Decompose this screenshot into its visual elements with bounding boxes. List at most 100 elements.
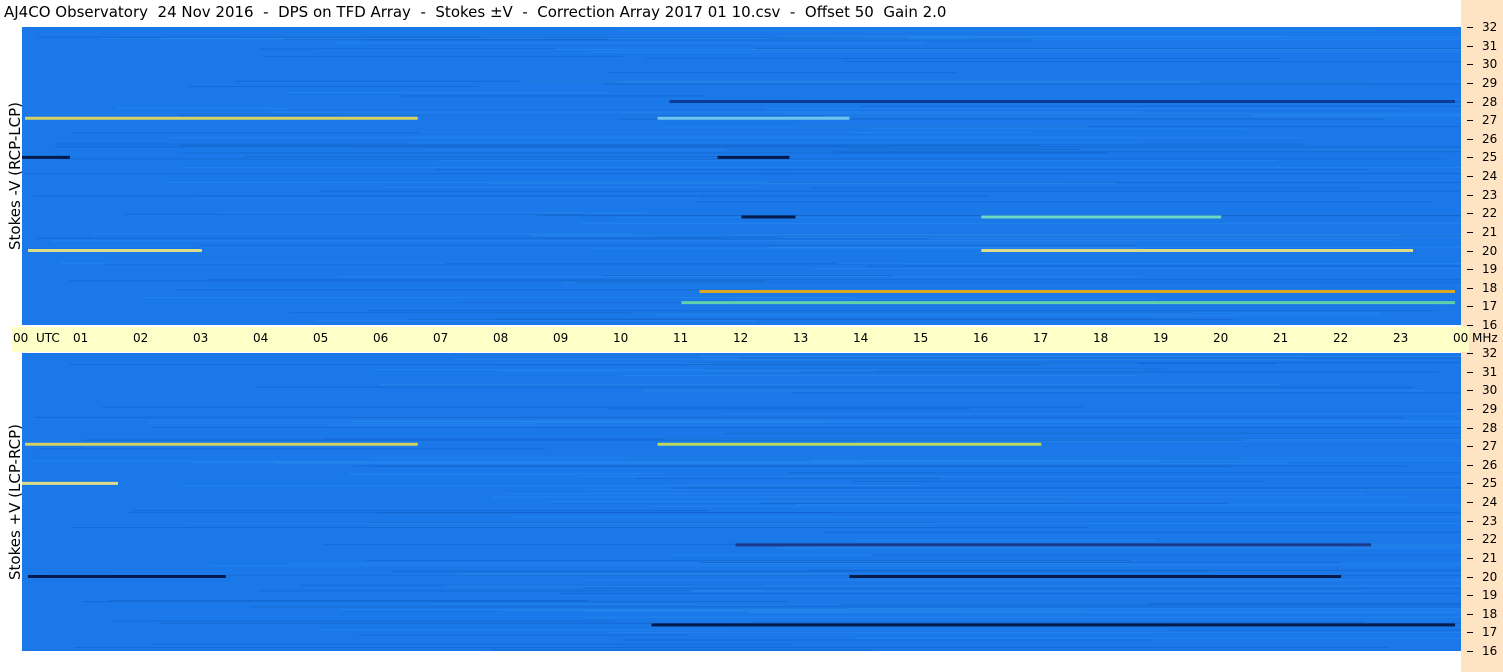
texture-line <box>109 599 588 601</box>
mhz-tick-mark <box>1467 306 1473 308</box>
band-6 <box>681 301 1456 305</box>
texture-line <box>110 620 615 622</box>
texture-line <box>289 91 609 93</box>
texture-line <box>457 573 847 575</box>
utc-label: UTC <box>36 331 60 345</box>
mhz-tick-mark <box>1467 557 1473 559</box>
band-2 <box>22 481 118 485</box>
texture-line <box>661 126 1088 128</box>
texture-line <box>650 505 1461 507</box>
texture-line <box>695 201 1433 203</box>
texture-line <box>777 236 1461 238</box>
mhz-tick-mark <box>1467 45 1473 47</box>
mhz-tick-mark <box>1467 539 1473 541</box>
mhz-tick-mark <box>1467 651 1473 652</box>
texture-line <box>256 386 1414 388</box>
texture-line <box>142 296 856 298</box>
texture-line <box>24 173 788 175</box>
texture-line <box>511 516 1461 518</box>
texture-line <box>808 569 1461 571</box>
texture-line <box>69 364 1042 366</box>
band-4 <box>981 249 1414 252</box>
texture-line <box>369 522 936 524</box>
mhz-tick-label: 17 <box>1482 299 1498 314</box>
hour-label: 09 <box>553 331 569 345</box>
mhz-tick-label: 31 <box>1482 38 1498 53</box>
texture-line <box>82 601 787 603</box>
texture-line <box>795 504 1461 506</box>
texture-line <box>581 222 1461 224</box>
texture-line <box>191 522 1461 524</box>
texture-line <box>29 460 1163 462</box>
mhz-tick-label: 28 <box>1482 94 1498 109</box>
mhz-tick-label: 23 <box>1482 513 1498 528</box>
mhz-tick-mark <box>1467 520 1473 522</box>
band-7 <box>981 215 1222 219</box>
bottom-y-axis-label: Stokes +V (LCP-RCP) <box>6 424 24 580</box>
texture-line <box>379 384 1278 386</box>
band-0 <box>24 442 418 446</box>
texture-line <box>365 39 1033 41</box>
hour-label: 17 <box>1033 331 1049 345</box>
mhz-tick-label: 24 <box>1482 169 1498 183</box>
mhz-tick-mark <box>1467 176 1473 177</box>
texture-line <box>183 485 923 487</box>
mhz-tick-label: 19 <box>1482 588 1498 603</box>
texture-line <box>116 107 1407 109</box>
texture-line <box>59 262 445 264</box>
texture-line <box>102 406 1083 408</box>
texture-line <box>84 439 1244 441</box>
band-10 <box>717 155 790 159</box>
mhz-tick-label: 23 <box>1482 187 1498 202</box>
texture-line <box>858 440 1461 442</box>
texture-line <box>367 310 1433 312</box>
texture-line <box>348 473 663 475</box>
mhz-tick-mark <box>1467 231 1473 233</box>
mhz-tick-mark <box>1467 595 1473 597</box>
texture-line <box>768 246 1461 248</box>
texture-line <box>728 234 1461 236</box>
mhz-tick-mark <box>1467 613 1473 615</box>
mhz-tick-label: 21 <box>1482 224 1498 239</box>
texture-line <box>550 501 1069 503</box>
texture-line <box>792 392 1461 394</box>
texture-line <box>74 646 1389 648</box>
texture-line <box>579 476 1461 478</box>
texture-line <box>378 512 835 514</box>
texture-line <box>560 592 1461 594</box>
mhz-tick-mark <box>1467 287 1473 289</box>
texture-line <box>834 151 1461 153</box>
texture-line <box>69 280 766 282</box>
mhz-tick-mark <box>1467 427 1473 429</box>
texture-line <box>583 579 1461 581</box>
mhz-tick-mark <box>1467 353 1473 354</box>
texture-line <box>152 427 1461 429</box>
texture-line <box>671 487 1461 489</box>
band-2 <box>669 100 1456 103</box>
hour-label: 00 <box>1453 331 1469 345</box>
hour-label: 10 <box>613 331 629 345</box>
texture-line <box>353 465 1407 467</box>
texture-line <box>867 265 1461 267</box>
texture-line <box>657 315 1382 317</box>
texture-line <box>445 585 1461 587</box>
band-3 <box>27 249 202 252</box>
mhz-tick-label: 22 <box>1482 532 1498 547</box>
mhz-tick-label: 30 <box>1482 383 1498 398</box>
mhz-tick-mark <box>1467 502 1473 503</box>
mhz-tick-mark <box>1467 82 1473 84</box>
mhz-tick-label: 21 <box>1482 550 1498 565</box>
mhz-tick-label: 22 <box>1482 206 1498 221</box>
hour-label: 14 <box>853 331 869 345</box>
mhz-tick-label: 30 <box>1482 57 1498 72</box>
mhz-tick-label: 28 <box>1482 420 1498 435</box>
texture-line <box>869 128 1247 130</box>
texture-line <box>153 643 794 645</box>
texture-line <box>643 390 1426 392</box>
texture-line <box>366 559 1131 561</box>
mhz-tick-mark <box>1467 390 1473 392</box>
texture-line <box>608 632 1461 634</box>
texture-line <box>368 457 1461 459</box>
texture-line <box>491 649 873 651</box>
texture-line <box>860 105 1461 107</box>
